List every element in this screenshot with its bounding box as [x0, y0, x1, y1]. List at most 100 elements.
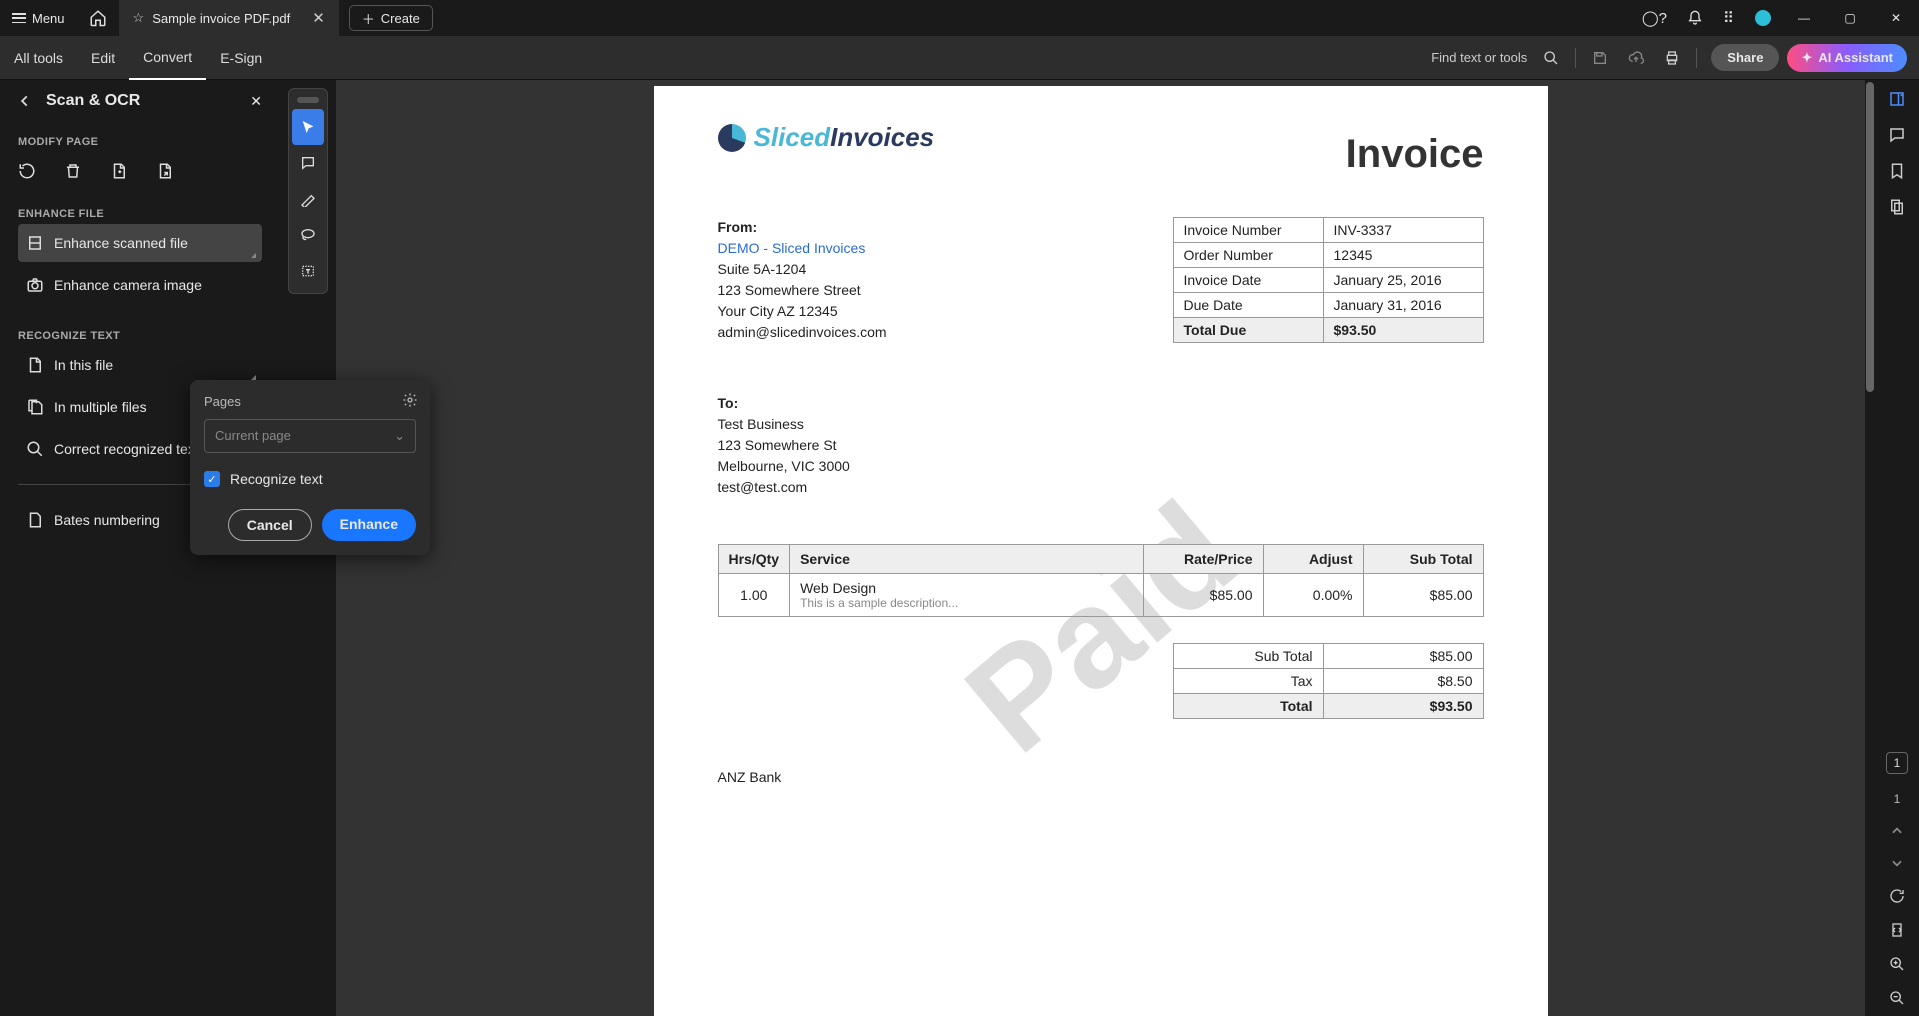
enhance-file-label: ENHANCE FILE — [18, 208, 262, 220]
zoom-out-icon — [1889, 990, 1905, 1006]
page-current-badge[interactable]: 1 — [1886, 752, 1908, 774]
find-label: Find text or tools — [1431, 50, 1527, 65]
panel-toggle-button[interactable] — [1888, 90, 1906, 108]
cloud-upload-button[interactable] — [1618, 50, 1654, 66]
tab-convert[interactable]: Convert — [129, 36, 206, 80]
highlight-tool[interactable] — [292, 181, 324, 217]
in-this-file-item[interactable]: In this file — [18, 346, 262, 384]
share-button[interactable]: Share — [1711, 44, 1779, 71]
tab-all-tools[interactable]: All tools — [0, 36, 77, 80]
apps-button[interactable]: ⠿ — [1713, 9, 1745, 27]
bank-line: ANZ Bank — [718, 769, 1484, 785]
home-button[interactable] — [77, 9, 119, 27]
info-value: January 31, 2016 — [1323, 293, 1483, 318]
zoom-in-button[interactable] — [1889, 956, 1905, 972]
window-minimize-button[interactable]: ― — [1781, 0, 1827, 36]
recognize-text-checkbox[interactable]: ✓ — [204, 471, 220, 487]
vertical-scrollbar[interactable] — [1865, 80, 1875, 1016]
rotate-view-button[interactable] — [1889, 888, 1905, 904]
from-line: 123 Somewhere Street — [718, 280, 1173, 301]
in-this-file-label: In this file — [54, 357, 113, 373]
comment-tool[interactable] — [292, 145, 324, 181]
to-block: To: Test Business 123 Somewhere St Melbo… — [718, 393, 1484, 498]
col-adjust: Adjust — [1263, 545, 1363, 574]
from-link[interactable]: DEMO - Sliced Invoices — [718, 240, 866, 256]
ai-label: AI Assistant — [1818, 50, 1893, 65]
document-tab[interactable]: ☆ Sample invoice PDF.pdf ✕ — [119, 0, 339, 36]
back-button[interactable] — [18, 94, 32, 108]
draw-tool[interactable] — [292, 217, 324, 253]
window-maximize-button[interactable]: ▢ — [1827, 0, 1873, 36]
rotate-button[interactable] — [18, 162, 38, 182]
extract-page-button[interactable] — [156, 162, 176, 182]
recognize-text-label: RECOGNIZE TEXT — [18, 330, 262, 342]
total-label: Total — [1173, 694, 1323, 719]
gear-icon — [402, 392, 418, 408]
enhance-scanned-file-item[interactable]: Enhance scanned file — [18, 224, 262, 262]
info-label: Invoice Number — [1173, 218, 1323, 243]
bates-label: Bates numbering — [54, 512, 160, 528]
enhance-button[interactable]: Enhance — [322, 509, 416, 541]
zoom-in-icon — [1889, 956, 1905, 972]
trash-icon — [64, 162, 82, 180]
menu-button[interactable]: Menu — [0, 11, 77, 26]
help-button[interactable]: ◯? — [1632, 9, 1677, 27]
settings-button[interactable] — [402, 392, 418, 408]
tax-label: Tax — [1173, 669, 1323, 694]
pdf-page: SlicedInvoices Invoice From: DEMO - Slic… — [654, 86, 1548, 1016]
item-rate: $85.00 — [1143, 574, 1263, 617]
drag-handle[interactable] — [297, 97, 319, 103]
create-label: Create — [381, 11, 420, 26]
star-icon[interactable]: ☆ — [133, 10, 145, 26]
select-tool[interactable] — [292, 109, 324, 145]
tab-edit[interactable]: Edit — [77, 36, 129, 80]
search-button[interactable] — [1533, 50, 1569, 66]
total-due-value: $93.50 — [1323, 318, 1483, 343]
rotate-cw-icon — [1889, 888, 1905, 904]
enhance-camera-label: Enhance camera image — [54, 277, 202, 293]
pages-button[interactable] — [1888, 198, 1906, 216]
to-line: Melbourne, VIC 3000 — [718, 456, 1484, 477]
chevron-up-icon — [1890, 824, 1904, 838]
pages-select[interactable]: Current page ⌄ — [204, 419, 416, 453]
save-button[interactable] — [1582, 50, 1618, 66]
bookmarks-button[interactable] — [1888, 162, 1906, 180]
search-icon — [1543, 50, 1559, 66]
create-button[interactable]: ＋ Create — [349, 5, 433, 31]
page-up-button[interactable] — [1890, 824, 1904, 838]
print-button[interactable] — [1654, 50, 1690, 66]
info-label: Invoice Date — [1173, 268, 1323, 293]
submenu-indicator-icon — [251, 253, 256, 258]
from-line: Suite 5A-1204 — [718, 259, 1173, 280]
page-down-button[interactable] — [1890, 856, 1904, 870]
cancel-button[interactable]: Cancel — [228, 509, 312, 541]
insert-page-button[interactable] — [110, 162, 130, 182]
ai-assistant-button[interactable]: ✦ AI Assistant — [1787, 44, 1907, 72]
col-service: Service — [790, 545, 1143, 574]
from-line: admin@slicedinvoices.com — [718, 322, 1173, 343]
to-line: 123 Somewhere St — [718, 435, 1484, 456]
subtotal-value: $85.00 — [1323, 644, 1483, 669]
document-viewport[interactable]: SlicedInvoices Invoice From: DEMO - Slic… — [336, 80, 1865, 1016]
item-sub: $85.00 — [1363, 574, 1483, 617]
cursor-icon — [300, 119, 316, 135]
bell-icon — [1687, 10, 1703, 26]
comment-icon — [300, 155, 316, 171]
account-avatar[interactable] — [1755, 10, 1771, 26]
info-label: Due Date — [1173, 293, 1323, 318]
panel-close-button[interactable]: ✕ — [250, 93, 262, 110]
comments-button[interactable] — [1888, 126, 1906, 144]
text-tool[interactable] — [292, 253, 324, 289]
scrollbar-thumb[interactable] — [1866, 82, 1874, 392]
zoom-out-button[interactable] — [1889, 990, 1905, 1006]
delete-button[interactable] — [64, 162, 84, 182]
tab-esign[interactable]: E-Sign — [206, 36, 276, 80]
recognize-text-label: Recognize text — [230, 471, 323, 487]
pages-label: Pages — [204, 394, 416, 409]
fit-page-button[interactable] — [1889, 922, 1905, 938]
enhance-camera-image-item[interactable]: Enhance camera image — [18, 266, 262, 304]
chevron-down-icon — [1890, 856, 1904, 870]
notifications-button[interactable] — [1677, 10, 1713, 26]
close-tab-button[interactable]: ✕ — [312, 9, 325, 27]
window-close-button[interactable]: ✕ — [1873, 0, 1919, 36]
